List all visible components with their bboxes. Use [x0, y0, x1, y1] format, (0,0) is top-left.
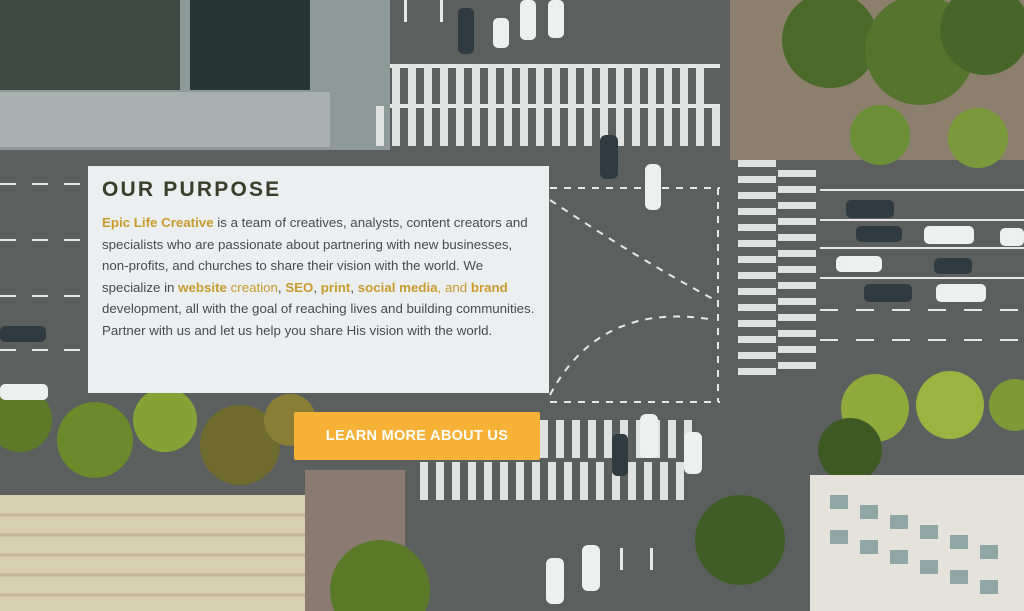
service-social-media-link[interactable]: social media — [358, 280, 438, 295]
separator-and: , and — [437, 279, 471, 295]
separator-comma: , — [350, 279, 358, 295]
service-seo-link[interactable]: SEO — [285, 280, 313, 295]
service-creation-text: creation — [226, 279, 278, 295]
learn-more-button[interactable]: LEARN MORE ABOUT US — [294, 412, 540, 460]
purpose-description: Epic Life Creative is a team of creative… — [102, 212, 535, 342]
section-heading: OUR PURPOSE — [102, 178, 282, 201]
service-brand-link[interactable]: brand — [471, 280, 508, 295]
our-purpose-card: OUR PURPOSE Epic Life Creative is a team… — [88, 166, 549, 393]
service-website-link[interactable]: website — [178, 280, 227, 295]
separator-comma: , — [313, 279, 321, 295]
brand-name: Epic Life Creative — [102, 215, 214, 230]
description-text-2: development, all with the goal of reachi… — [102, 301, 535, 338]
hero-section: OUR PURPOSE Epic Life Creative is a team… — [0, 0, 1024, 611]
service-print-link[interactable]: print — [321, 280, 351, 295]
